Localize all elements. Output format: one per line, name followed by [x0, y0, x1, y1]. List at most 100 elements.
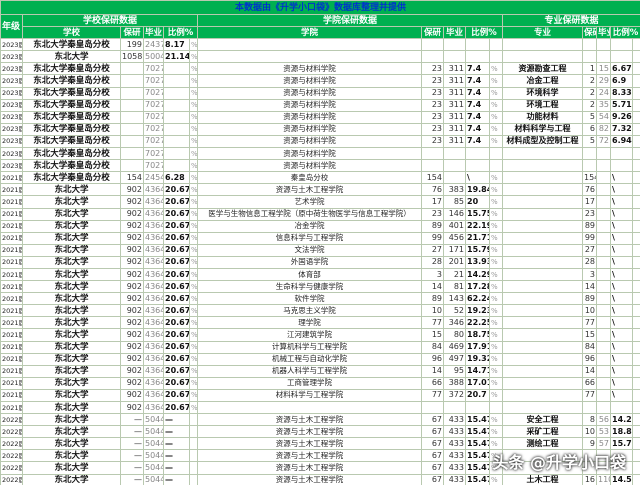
cell-school-pct[interactable]	[189, 449, 198, 463]
cell-major-pct[interactable]	[631, 267, 640, 282]
cell-college-biye[interactable]: 21	[443, 267, 466, 282]
cell-college-pct[interactable]	[489, 159, 503, 173]
cell-year[interactable]: 2021届	[0, 255, 23, 269]
cell-school-pct[interactable]: %	[189, 159, 198, 173]
cell-major-pct[interactable]	[631, 159, 640, 173]
cell-major[interactable]: 环境科学	[502, 86, 583, 100]
cell-college-biye[interactable]: 52	[443, 304, 466, 318]
cell-school-biye[interactable]: 7027	[143, 122, 164, 136]
cell-college-baoyan[interactable]: 96	[421, 352, 444, 366]
cell-major-pct[interactable]	[631, 304, 640, 318]
cell-school-biye[interactable]: 5004	[143, 50, 164, 64]
cell-college-ratio[interactable]: 7.4	[465, 122, 490, 136]
cell-major-biye[interactable]: 56	[596, 413, 611, 427]
cell-college-biye[interactable]	[443, 171, 466, 185]
cell-major-biye[interactable]: 53	[596, 425, 611, 439]
cell-major-biye[interactable]	[596, 316, 611, 330]
cell-school-pct[interactable]: %	[189, 38, 198, 52]
cell-year[interactable]: 2023届	[0, 86, 23, 100]
cell-major-baoyan[interactable]: 1	[582, 62, 597, 76]
cell-school-biye[interactable]: 5044	[143, 461, 164, 475]
cell-college-biye[interactable]: 311	[443, 74, 466, 88]
cell-major-biye[interactable]	[596, 147, 611, 161]
cell-college-biye[interactable]: 143	[443, 292, 466, 306]
cell-college[interactable]: 资源与材料学院	[197, 74, 422, 88]
cell-college-pct[interactable]	[489, 50, 503, 64]
cell-college-ratio[interactable]: 19.23	[465, 304, 490, 318]
cell-year[interactable]: 2021届	[0, 388, 23, 403]
cell-school-ratio[interactable]: —	[163, 461, 190, 475]
cell-school-ratio[interactable]: —	[163, 413, 190, 427]
cell-school-pct[interactable]: %	[189, 147, 198, 161]
cell-school-biye[interactable]: 4364	[143, 328, 164, 342]
cell-year[interactable]: 2021届	[0, 171, 23, 185]
cell-school-biye[interactable]: 4364	[143, 255, 164, 269]
header-school[interactable]: 学校	[22, 26, 121, 40]
cell-college-pct[interactable]: %	[489, 219, 503, 233]
cell-school-pct[interactable]: %	[189, 86, 198, 100]
cell-college-baoyan[interactable]: 66	[421, 376, 444, 390]
cell-school-baoyan[interactable]: —	[120, 413, 144, 427]
cell-college-biye[interactable]: 433	[443, 437, 466, 451]
cell-school[interactable]: 东北大学	[22, 449, 121, 463]
cell-college-baoyan[interactable]: 84	[421, 340, 444, 354]
cell-major-ratio[interactable]	[610, 159, 633, 173]
cell-major-ratio[interactable]: \	[610, 267, 633, 282]
cell-major[interactable]	[502, 231, 583, 245]
cell-school-biye[interactable]: 4364	[143, 183, 164, 197]
cell-school[interactable]: 东北大学	[22, 316, 121, 330]
cell-college-pct[interactable]: %	[489, 183, 503, 197]
cell-college[interactable]: 资源与土木工程学院	[197, 437, 422, 451]
cell-major-ratio[interactable]: 18.87	[610, 425, 633, 439]
cell-school-baoyan[interactable]	[120, 159, 144, 173]
cell-major[interactable]	[502, 340, 583, 354]
cell-college-ratio[interactable]: 7.4	[465, 62, 490, 76]
cell-college-baoyan[interactable]: 77	[421, 316, 444, 330]
cell-school-biye[interactable]: 4364	[143, 340, 164, 354]
cell-major-ratio[interactable]: 6.67	[610, 62, 633, 76]
cell-college[interactable]: 生命科学与健康学院	[197, 280, 422, 294]
cell-year[interactable]: 2023届	[0, 74, 23, 88]
cell-college-pct[interactable]: %	[489, 195, 503, 209]
cell-college-baoyan[interactable]: 15	[421, 328, 444, 342]
cell-major-baoyan[interactable]: 10	[582, 304, 597, 318]
cell-college-baoyan[interactable]: 28	[421, 255, 444, 269]
cell-school-pct[interactable]	[189, 437, 198, 451]
cell-year[interactable]: 2022届	[0, 461, 23, 475]
cell-school-pct[interactable]: %	[189, 352, 198, 366]
header-school-biye[interactable]: 毕业	[143, 26, 164, 40]
cell-school-biye[interactable]: 4364	[143, 219, 164, 233]
cell-school[interactable]: 东北大学	[22, 183, 121, 197]
cell-college-pct[interactable]: %	[489, 98, 503, 112]
cell-school[interactable]: 东北大学	[22, 400, 121, 415]
cell-college-biye[interactable]: 383	[443, 183, 466, 197]
cell-college-ratio[interactable]: 7.4	[465, 86, 490, 100]
cell-major-biye[interactable]: 54	[596, 110, 611, 124]
cell-year[interactable]: 2022届	[0, 413, 23, 427]
cell-school-biye[interactable]: 7027	[143, 134, 164, 149]
cell-college-biye[interactable]: 311	[443, 98, 466, 112]
cell-college-ratio[interactable]: 15.47	[465, 473, 490, 485]
cell-school-pct[interactable]	[189, 473, 198, 485]
cell-college-pct[interactable]: %	[489, 328, 503, 342]
cell-college-ratio[interactable]: 19.32	[465, 352, 490, 366]
cell-school-pct[interactable]: %	[189, 243, 198, 257]
cell-major-ratio[interactable]: \	[610, 280, 633, 294]
header-college-biye[interactable]: 毕业	[443, 26, 466, 40]
cell-major-ratio[interactable]: \	[610, 340, 633, 354]
cell-college[interactable]: 体育部	[197, 267, 422, 282]
cell-school-pct[interactable]: %	[189, 231, 198, 245]
cell-college-pct[interactable]: %	[489, 62, 503, 76]
cell-college-biye[interactable]	[443, 38, 466, 52]
cell-college-ratio[interactable]: 17.28	[465, 280, 490, 294]
cell-year[interactable]: 2021届	[0, 207, 23, 221]
cell-school-ratio[interactable]: 8.17	[163, 38, 190, 52]
cell-school-biye[interactable]: 4364	[143, 316, 164, 330]
cell-year[interactable]: 2021届	[0, 219, 23, 233]
header-major-baoyan[interactable]: 保研	[582, 26, 597, 40]
cell-school-baoyan[interactable]	[120, 122, 144, 136]
cell-school-pct[interactable]: %	[189, 219, 198, 233]
cell-college[interactable]: 资源与材料学院	[197, 122, 422, 136]
cell-school[interactable]: 东北大学	[22, 207, 121, 221]
cell-school[interactable]: 东北大学	[22, 195, 121, 209]
